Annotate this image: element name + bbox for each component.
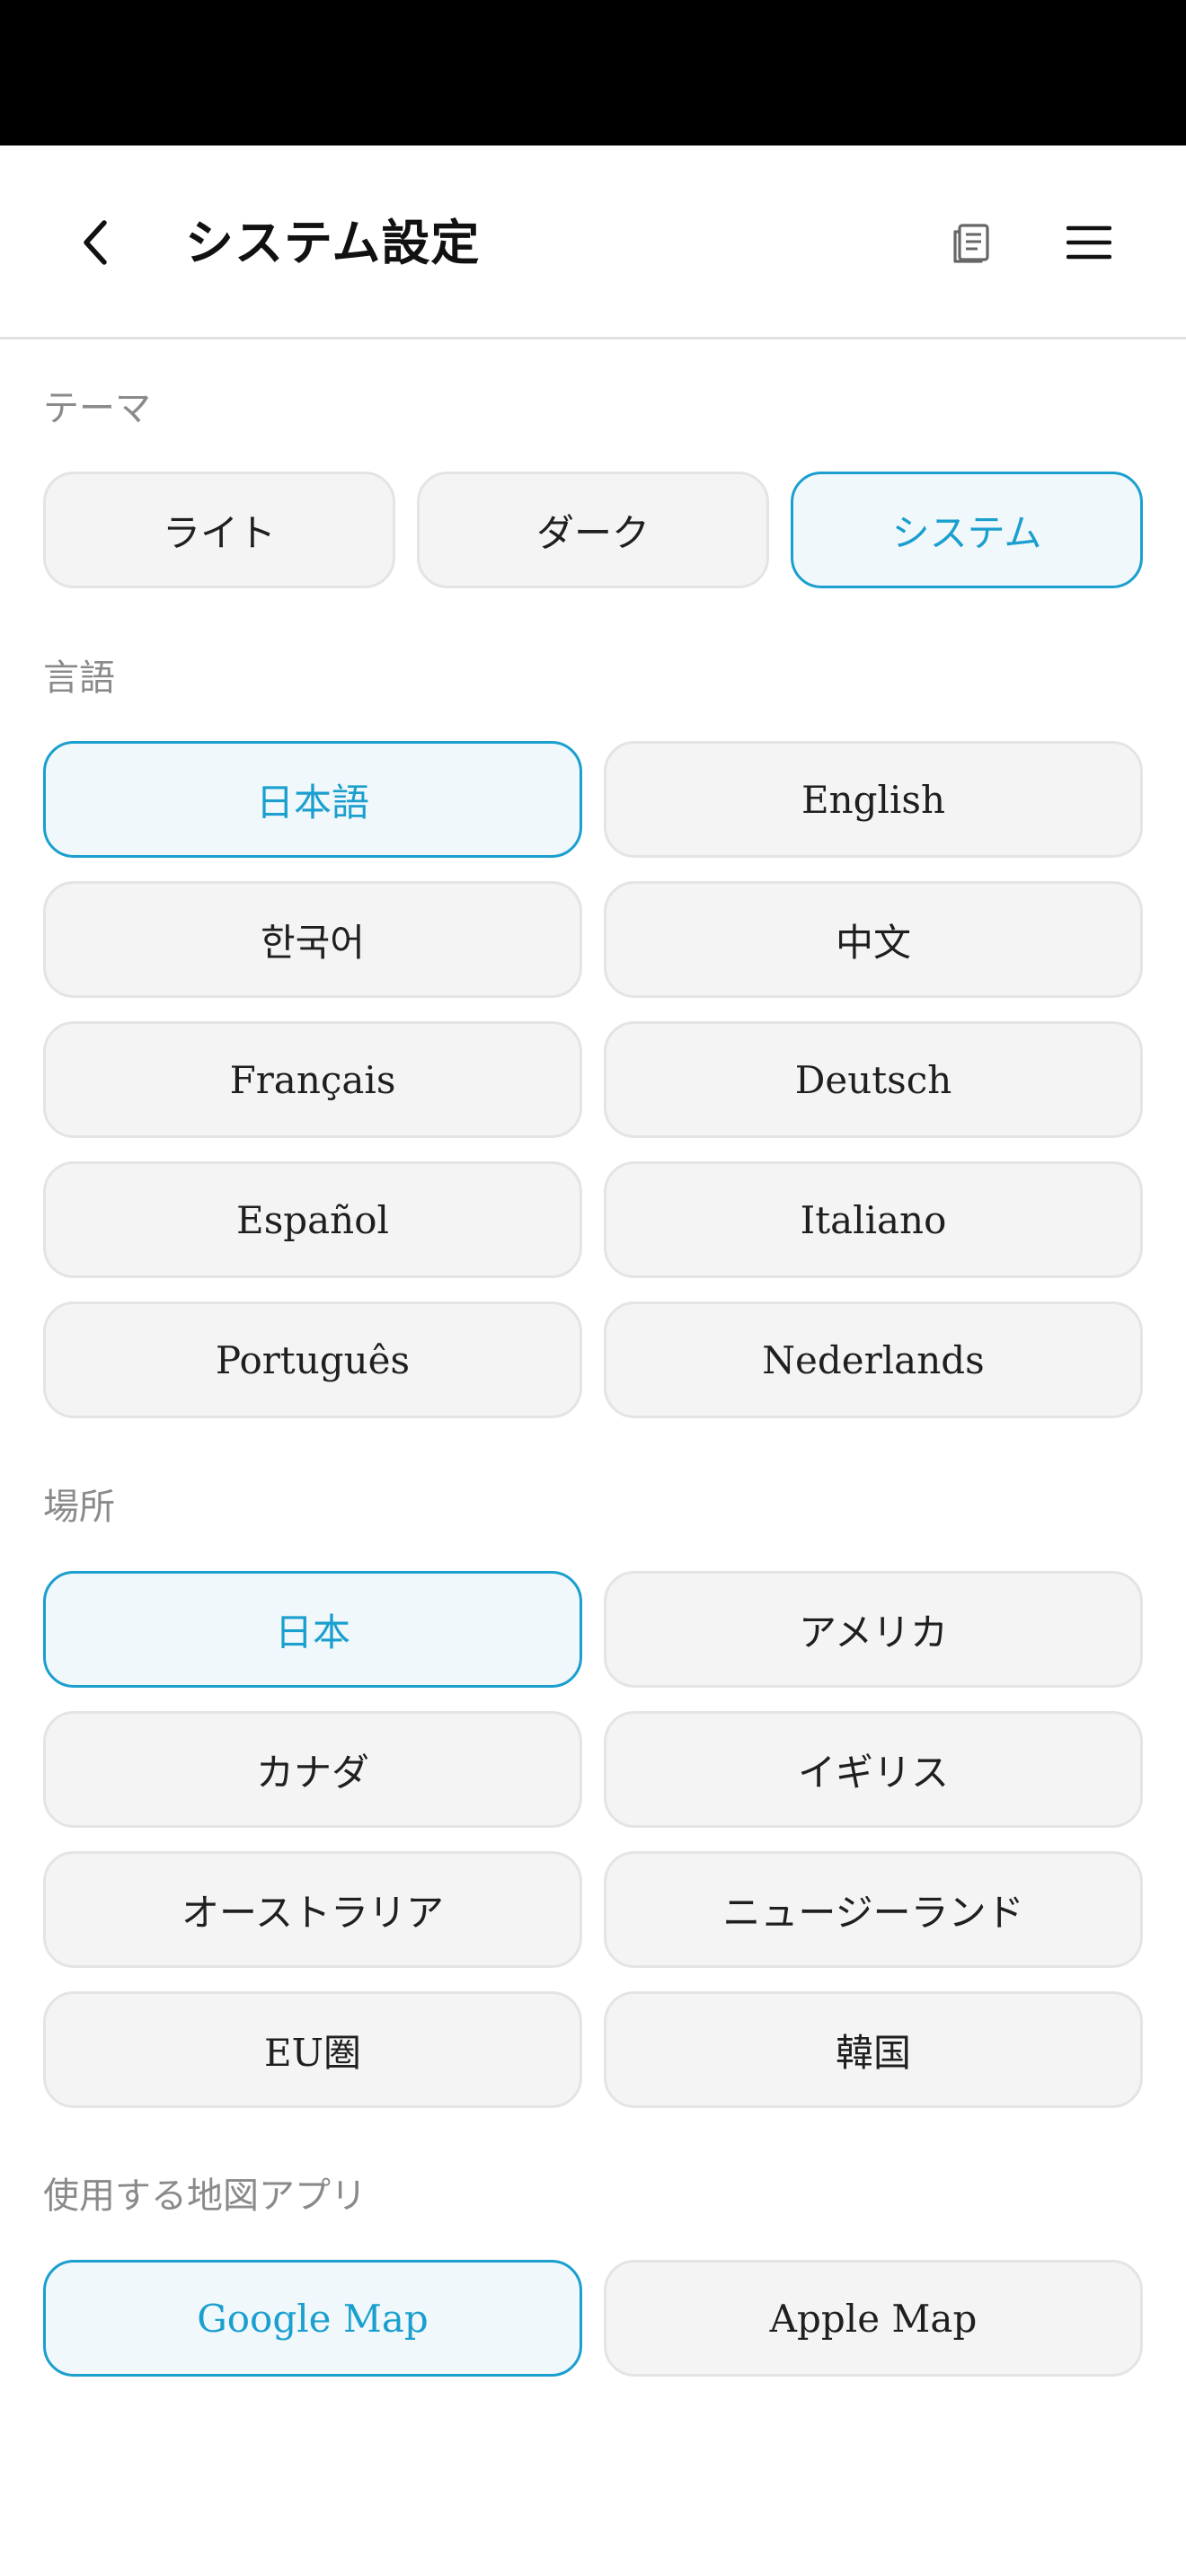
document-icon (953, 224, 989, 263)
location-option-canada[interactable]: カナダ (43, 1711, 582, 1828)
language-section-label: 言語 (43, 657, 115, 699)
theme-option-system[interactable]: システム (791, 472, 1143, 588)
location-option-new-zealand[interactable]: ニュージーランド (604, 1851, 1143, 1968)
language-option-german[interactable]: Deutsch (604, 1021, 1143, 1138)
language-option-spanish[interactable]: Español (43, 1161, 582, 1278)
document-button[interactable] (945, 217, 997, 269)
map-app-option-google[interactable]: Google Map (43, 2260, 582, 2377)
language-option-portuguese[interactable]: Português (43, 1301, 582, 1418)
back-button[interactable] (63, 210, 128, 275)
status-bar (0, 0, 1186, 146)
location-option-korea[interactable]: 韓国 (604, 1991, 1143, 2108)
language-option-english[interactable]: English (604, 741, 1143, 858)
language-option-italian[interactable]: Italiano (604, 1161, 1143, 1278)
map-app-option-apple[interactable]: Apple Map (604, 2260, 1143, 2377)
theme-section-label: テーマ (43, 388, 151, 429)
language-option-french[interactable]: Français (43, 1021, 582, 1138)
language-option-chinese[interactable]: 中文 (604, 881, 1143, 998)
hamburger-menu-icon (1067, 225, 1111, 260)
location-option-uk[interactable]: イギリス (604, 1711, 1143, 1828)
map-app-section-label: 使用する地図アプリ (43, 2175, 367, 2217)
location-option-australia[interactable]: オーストラリア (43, 1851, 582, 1968)
chevron-left-icon (84, 220, 107, 265)
language-option-korean[interactable]: 한국어 (43, 881, 582, 998)
theme-option-light[interactable]: ライト (43, 472, 395, 588)
location-option-japan[interactable]: 日本 (43, 1571, 582, 1688)
location-section-label: 場所 (43, 1486, 115, 1528)
menu-button[interactable] (1060, 214, 1118, 271)
language-option-japanese[interactable]: 日本語 (43, 741, 582, 858)
theme-option-dark[interactable]: ダーク (417, 472, 769, 588)
location-option-usa[interactable]: アメリカ (604, 1571, 1143, 1688)
page-title: システム設定 (185, 214, 481, 271)
language-option-dutch[interactable]: Nederlands (604, 1301, 1143, 1418)
app-header: システム設定 (0, 146, 1186, 340)
location-option-eu[interactable]: EU圏 (43, 1991, 582, 2108)
